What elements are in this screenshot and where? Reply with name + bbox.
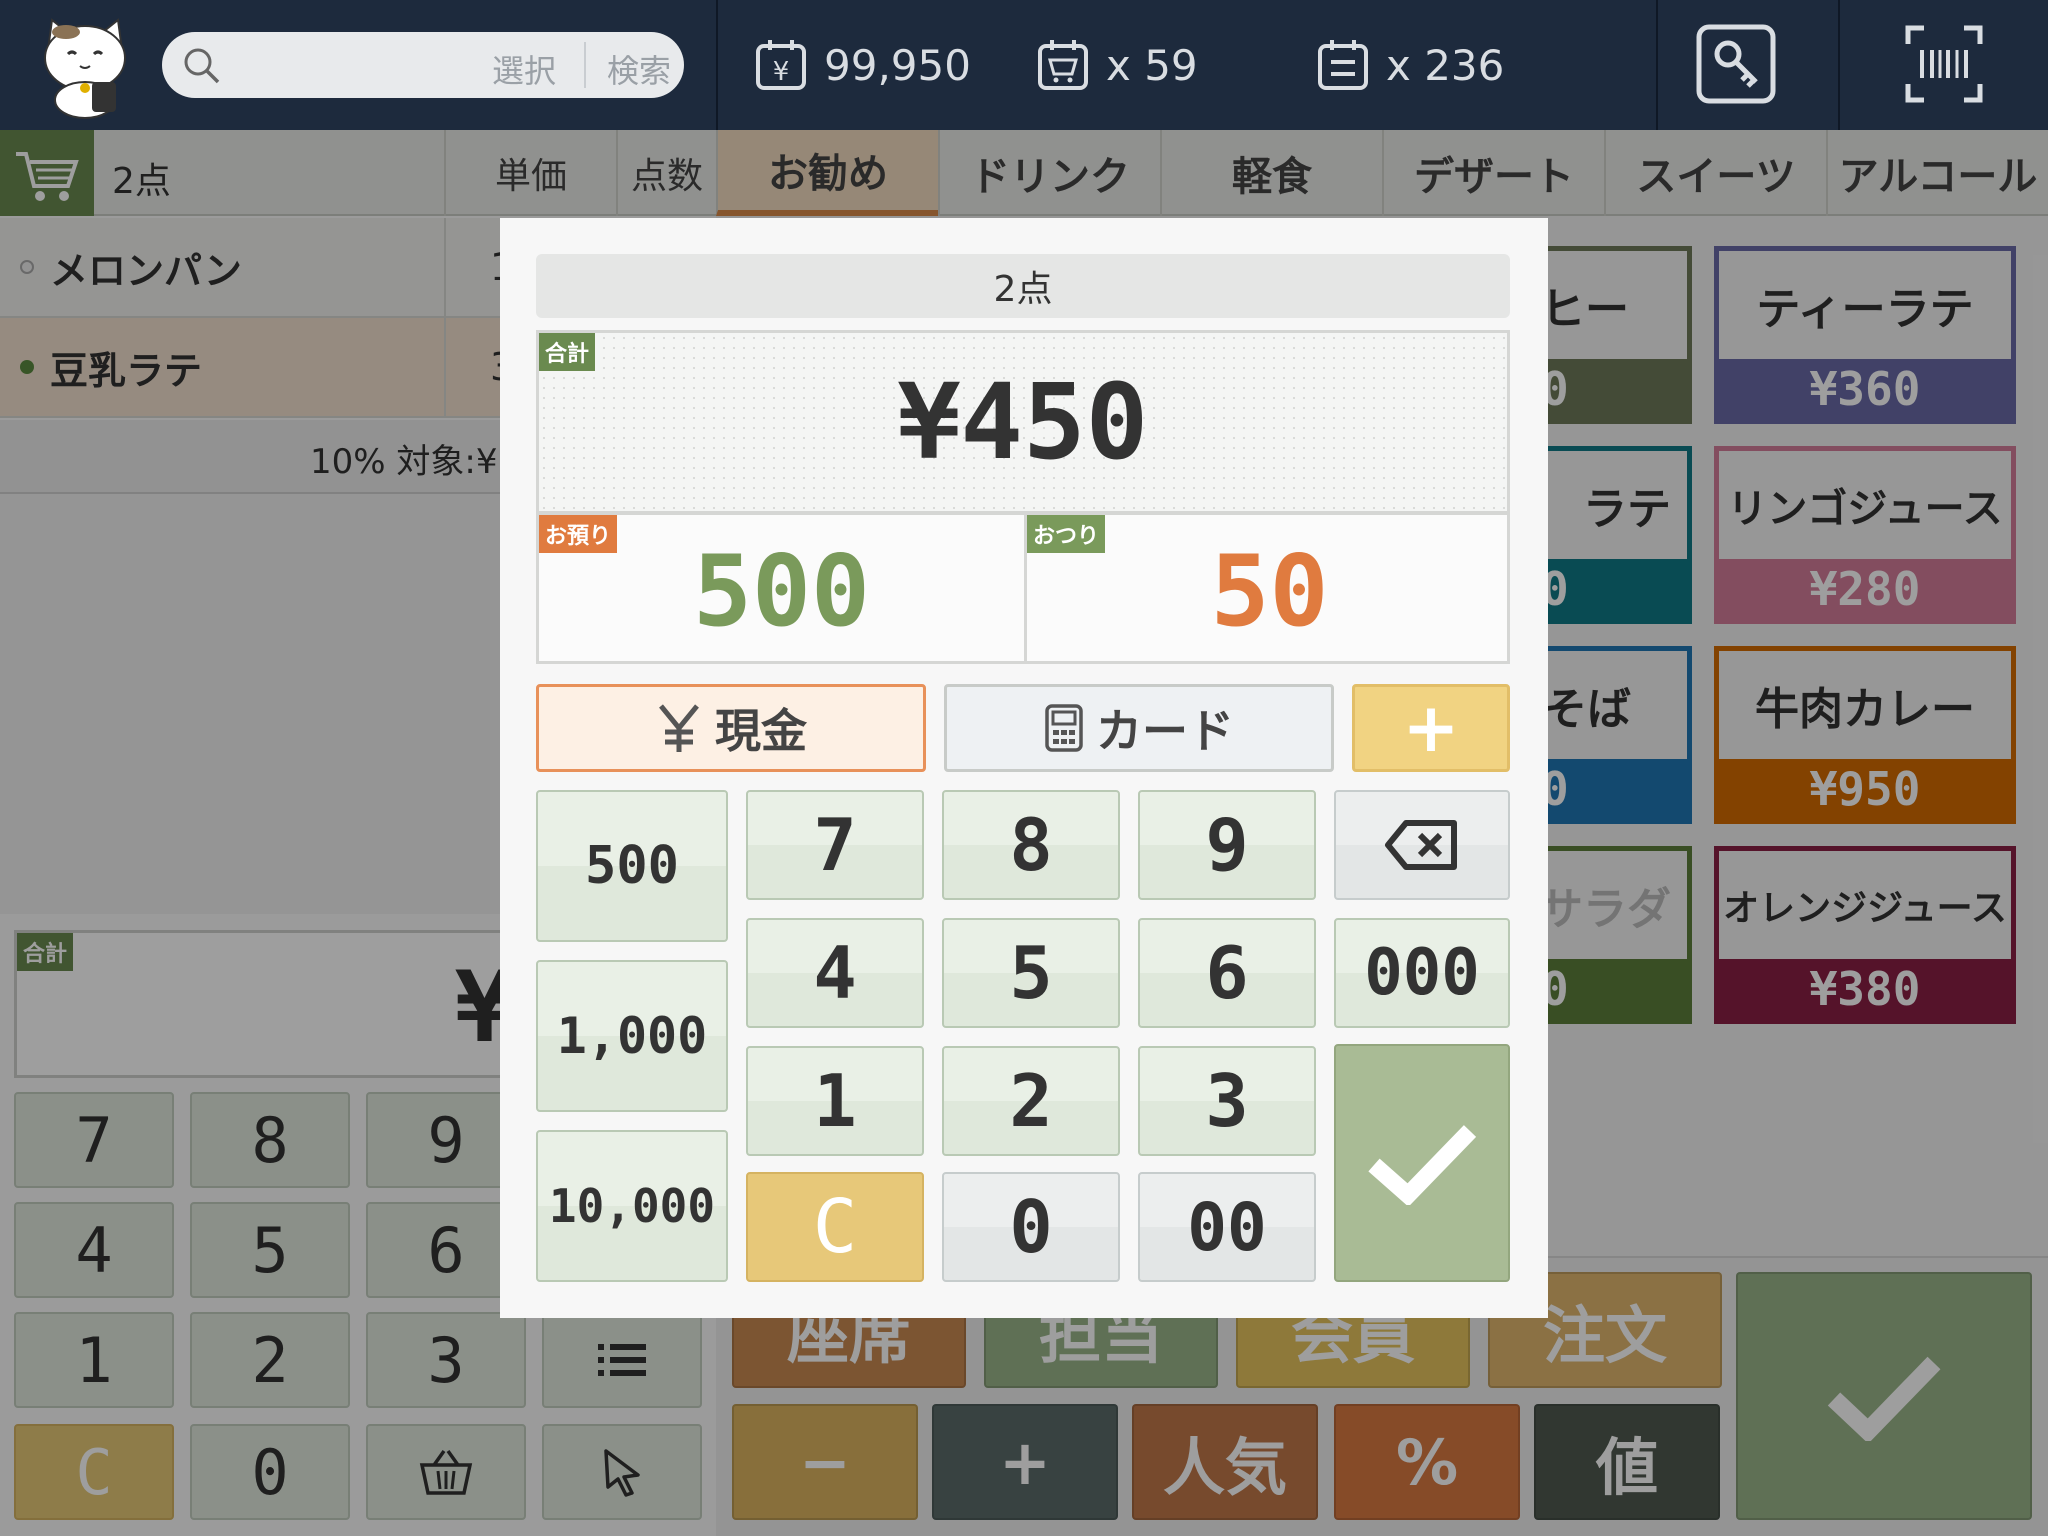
register-yen-icon: ¥ [756, 40, 806, 90]
yen-icon [659, 704, 699, 752]
key-0[interactable]: 0 [942, 1172, 1120, 1282]
dialog-total-box: 合計 ¥450 [536, 330, 1510, 514]
key-search-icon[interactable] [1696, 24, 1776, 104]
key-4[interactable]: 4 [746, 918, 924, 1028]
search-divider [584, 42, 586, 88]
orders-stat: x 59 [1036, 38, 1198, 92]
items-stat: x 236 [1316, 38, 1504, 92]
top-divider [1838, 0, 1840, 130]
register-cart-icon [1038, 40, 1088, 90]
quick-amount-10000[interactable]: 10,000 [536, 1130, 728, 1282]
key-5[interactable]: 5 [942, 918, 1120, 1028]
change-amount: 50 [1210, 535, 1329, 649]
dialog-item-count: 2点 [536, 254, 1510, 318]
change-box: おつり 50 [1027, 515, 1512, 661]
key-7[interactable]: 7 [746, 790, 924, 900]
clipboard-icon [1318, 40, 1368, 90]
key-clear[interactable]: C [746, 1172, 924, 1282]
card-tab[interactable]: カード [944, 684, 1334, 772]
quick-amount-500[interactable]: 500 [536, 790, 728, 942]
search-bar[interactable]: 選択 検索 [162, 32, 684, 98]
card-terminal-icon [1045, 704, 1083, 752]
revenue-stat: ¥ 99,950 [754, 38, 971, 92]
items-value: x 236 [1386, 40, 1505, 90]
top-divider [716, 0, 718, 130]
payment-dialog: 2点 合計 ¥450 お預り 500 おつり 50 現金 カード + 500 1… [500, 218, 1548, 1318]
barcode-scan-icon[interactable] [1904, 24, 1984, 104]
backspace-icon[interactable] [1334, 790, 1510, 900]
revenue-value: 99,950 [824, 40, 971, 90]
key-1[interactable]: 1 [746, 1046, 924, 1156]
lucky-cat-icon[interactable] [30, 10, 140, 120]
key-000[interactable]: 000 [1334, 918, 1510, 1028]
key-2[interactable]: 2 [942, 1046, 1120, 1156]
card-label: カード [1096, 704, 1234, 758]
orders-value: x 59 [1106, 40, 1198, 90]
dialog-total-amount: ¥450 [897, 361, 1149, 483]
deposit-amount: 500 [692, 535, 870, 649]
search-keyword-label[interactable]: 検索 [607, 46, 671, 92]
cash-label: 現金 [715, 704, 807, 758]
key-3[interactable]: 3 [1138, 1046, 1316, 1156]
search-icon [184, 48, 220, 84]
key-9[interactable]: 9 [1138, 790, 1316, 900]
quick-amount-1000[interactable]: 1,000 [536, 960, 728, 1112]
svg-text:¥: ¥ [773, 57, 790, 87]
key-00[interactable]: 00 [1138, 1172, 1316, 1282]
deposit-box[interactable]: お預り 500 [539, 515, 1024, 661]
key-8[interactable]: 8 [942, 790, 1120, 900]
payment-summary: お預り 500 おつり 50 [536, 512, 1510, 664]
confirm-check-icon[interactable] [1334, 1044, 1510, 1282]
cash-tab[interactable]: 現金 [536, 684, 926, 772]
add-payment-button[interactable]: + [1352, 684, 1510, 772]
top-divider [1656, 0, 1658, 130]
top-bar: 選択 検索 ¥ 99,950 x 59 x 236 [0, 0, 2048, 130]
key-6[interactable]: 6 [1138, 918, 1316, 1028]
search-select-label[interactable]: 選択 [492, 46, 556, 92]
